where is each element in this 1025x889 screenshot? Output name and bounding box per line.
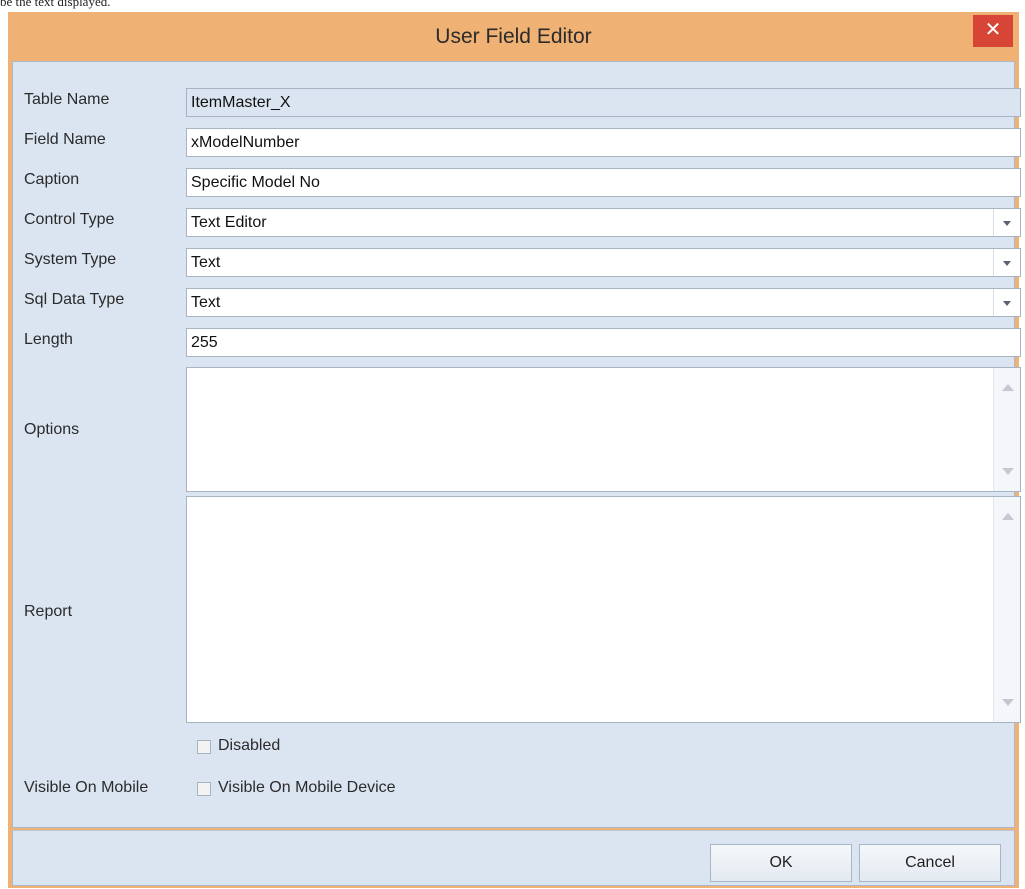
scroll-up-icon[interactable]	[1002, 384, 1014, 391]
title-bar[interactable]: User Field Editor ✕	[8, 12, 1019, 60]
control-type-label: Control Type	[24, 211, 115, 228]
sql-data-type-select[interactable]: Text	[186, 288, 1021, 317]
control-type-select[interactable]: Text Editor	[186, 208, 1021, 237]
options-textarea[interactable]	[186, 367, 1021, 492]
user-field-editor-dialog: User Field Editor ✕ Table Name ItemMaste…	[8, 12, 1021, 888]
control-type-value: Text Editor	[191, 214, 267, 231]
form-panel: Table Name ItemMaster_X Field Name xMode…	[12, 61, 1021, 828]
report-scrollbar[interactable]	[993, 497, 1020, 722]
visible-on-mobile-checkbox[interactable]	[197, 782, 211, 796]
field-name-input[interactable]: xModelNumber	[186, 128, 1021, 157]
system-type-value: Text	[191, 254, 221, 271]
control-type-dropdown-button[interactable]	[993, 209, 1020, 236]
sql-data-type-value: Text	[191, 294, 221, 311]
caption-input[interactable]: Specific Model No	[186, 168, 1021, 197]
field-name-label: Field Name	[24, 131, 106, 148]
table-name-field: ItemMaster_X	[186, 88, 1021, 117]
disabled-checkbox-label[interactable]: Disabled	[218, 737, 280, 755]
ok-button[interactable]: OK	[710, 844, 852, 882]
caption-label: Caption	[24, 171, 80, 188]
length-label: Length	[24, 331, 73, 348]
report-textarea[interactable]	[186, 496, 1021, 723]
button-bar: OK Cancel	[12, 830, 1015, 886]
chevron-down-icon	[1003, 261, 1011, 266]
scroll-up-icon[interactable]	[1002, 513, 1014, 520]
close-button[interactable]: ✕	[973, 15, 1013, 47]
report-label: Report	[24, 603, 73, 620]
scroll-down-icon[interactable]	[1002, 468, 1014, 475]
system-type-dropdown-button[interactable]	[993, 249, 1020, 276]
options-label: Options	[24, 421, 80, 438]
dialog-title: User Field Editor	[435, 25, 592, 48]
system-type-select[interactable]: Text	[186, 248, 1021, 277]
chevron-down-icon	[1003, 301, 1011, 306]
background-text-fragment: be the text displayed.	[0, 0, 111, 9]
visible-on-mobile-label: Visible On Mobile	[24, 779, 149, 796]
visible-on-mobile-checkbox-label[interactable]: Visible On Mobile Device	[218, 779, 396, 797]
sql-data-type-dropdown-button[interactable]	[993, 289, 1020, 316]
cancel-button[interactable]: Cancel	[859, 844, 1001, 882]
length-input[interactable]: 255	[186, 328, 1021, 357]
table-name-label: Table Name	[24, 91, 110, 108]
scroll-down-icon[interactable]	[1002, 699, 1014, 706]
chevron-down-icon	[1003, 221, 1011, 226]
close-icon: ✕	[984, 19, 1002, 41]
options-scrollbar[interactable]	[993, 368, 1020, 491]
system-type-label: System Type	[24, 251, 117, 268]
sql-data-type-label: Sql Data Type	[24, 291, 125, 308]
disabled-checkbox[interactable]	[197, 740, 211, 754]
